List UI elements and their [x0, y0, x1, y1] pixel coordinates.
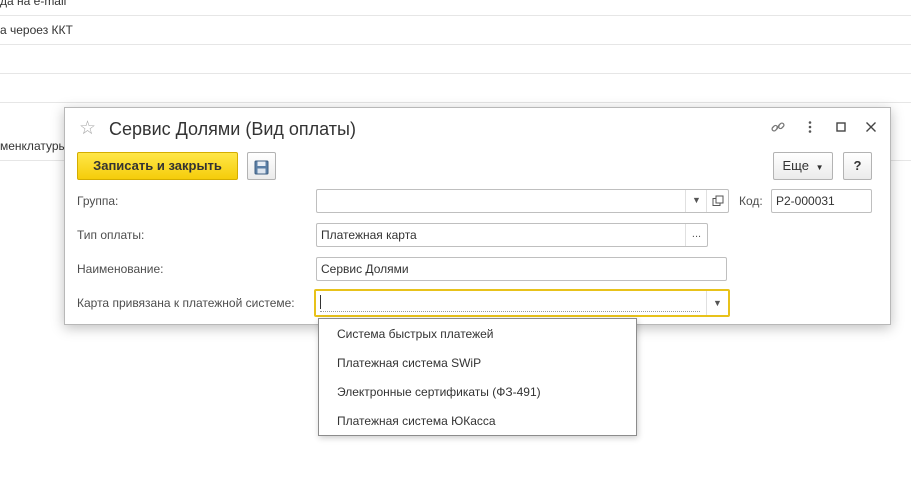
- payment-type-value: Платежная карта: [321, 228, 417, 242]
- code-label: Код:: [739, 194, 763, 208]
- card-system-label: Карта привязана к платежной системе:: [77, 296, 295, 310]
- save-and-close-button[interactable]: Записать и закрыть: [77, 152, 238, 180]
- star-icon[interactable]: ☆: [79, 119, 99, 139]
- chevron-down-icon[interactable]: ▼: [685, 190, 707, 212]
- list-item[interactable]: [0, 45, 911, 74]
- dropdown-option[interactable]: Система быстрых платежей: [337, 327, 494, 341]
- list-item[interactable]: да на e-mail: [0, 0, 911, 16]
- close-icon[interactable]: [861, 119, 881, 139]
- more-button-label: Еще: [782, 158, 809, 173]
- chevron-down-icon[interactable]: ▼: [706, 291, 728, 315]
- list-item[interactable]: [0, 74, 911, 103]
- dotted-underline: [320, 311, 700, 312]
- list-item[interactable]: а чероез ККТ: [0, 16, 911, 45]
- code-field[interactable]: Р2-000031: [771, 189, 872, 213]
- list-item-text: а чероез ККТ: [0, 23, 73, 37]
- name-field[interactable]: Сервис Долями: [316, 257, 727, 281]
- dropdown-option[interactable]: Электронные сертификаты (ФЗ-491): [337, 385, 541, 399]
- link-icon[interactable]: [768, 119, 788, 139]
- chevron-down-icon: ▼: [815, 163, 824, 172]
- list-item-text: да на e-mail: [0, 0, 67, 8]
- dropdown-option[interactable]: Платежная система ЮКасса: [337, 414, 496, 428]
- payment-type-field[interactable]: Платежная карта ...: [316, 223, 708, 247]
- maximize-icon[interactable]: [831, 119, 851, 139]
- code-value: Р2-000031: [776, 194, 835, 208]
- payment-system-dropdown: Система быстрых платежей Платежная систе…: [318, 318, 637, 436]
- floppy-disk-icon: [254, 158, 269, 184]
- name-label: Наименование:: [77, 262, 164, 276]
- open-icon[interactable]: [706, 190, 728, 212]
- dialog-title: Сервис Долями (Вид оплаты): [109, 119, 356, 139]
- more-button[interactable]: Еще ▼: [773, 152, 833, 180]
- save-button[interactable]: [247, 152, 276, 180]
- card-system-field[interactable]: ▼: [314, 289, 730, 317]
- help-button[interactable]: ?: [843, 152, 872, 180]
- payment-type-label: Тип оплаты:: [77, 228, 145, 242]
- dropdown-option[interactable]: Платежная система SWiP: [337, 356, 481, 370]
- dialog-header: ☆ Сервис Долями (Вид оплаты): [65, 108, 890, 148]
- select-icon[interactable]: ...: [685, 224, 707, 246]
- text-cursor: [320, 295, 321, 309]
- group-field[interactable]: ▼: [316, 189, 729, 213]
- more-actions-icon[interactable]: [800, 119, 820, 139]
- group-label: Группа:: [77, 194, 119, 208]
- name-value: Сервис Долями: [321, 262, 409, 276]
- payment-type-dialog: ☆ Сервис Долями (Вид оплаты) Записать и …: [64, 107, 891, 325]
- list-item-text: менклатуры: [0, 139, 68, 153]
